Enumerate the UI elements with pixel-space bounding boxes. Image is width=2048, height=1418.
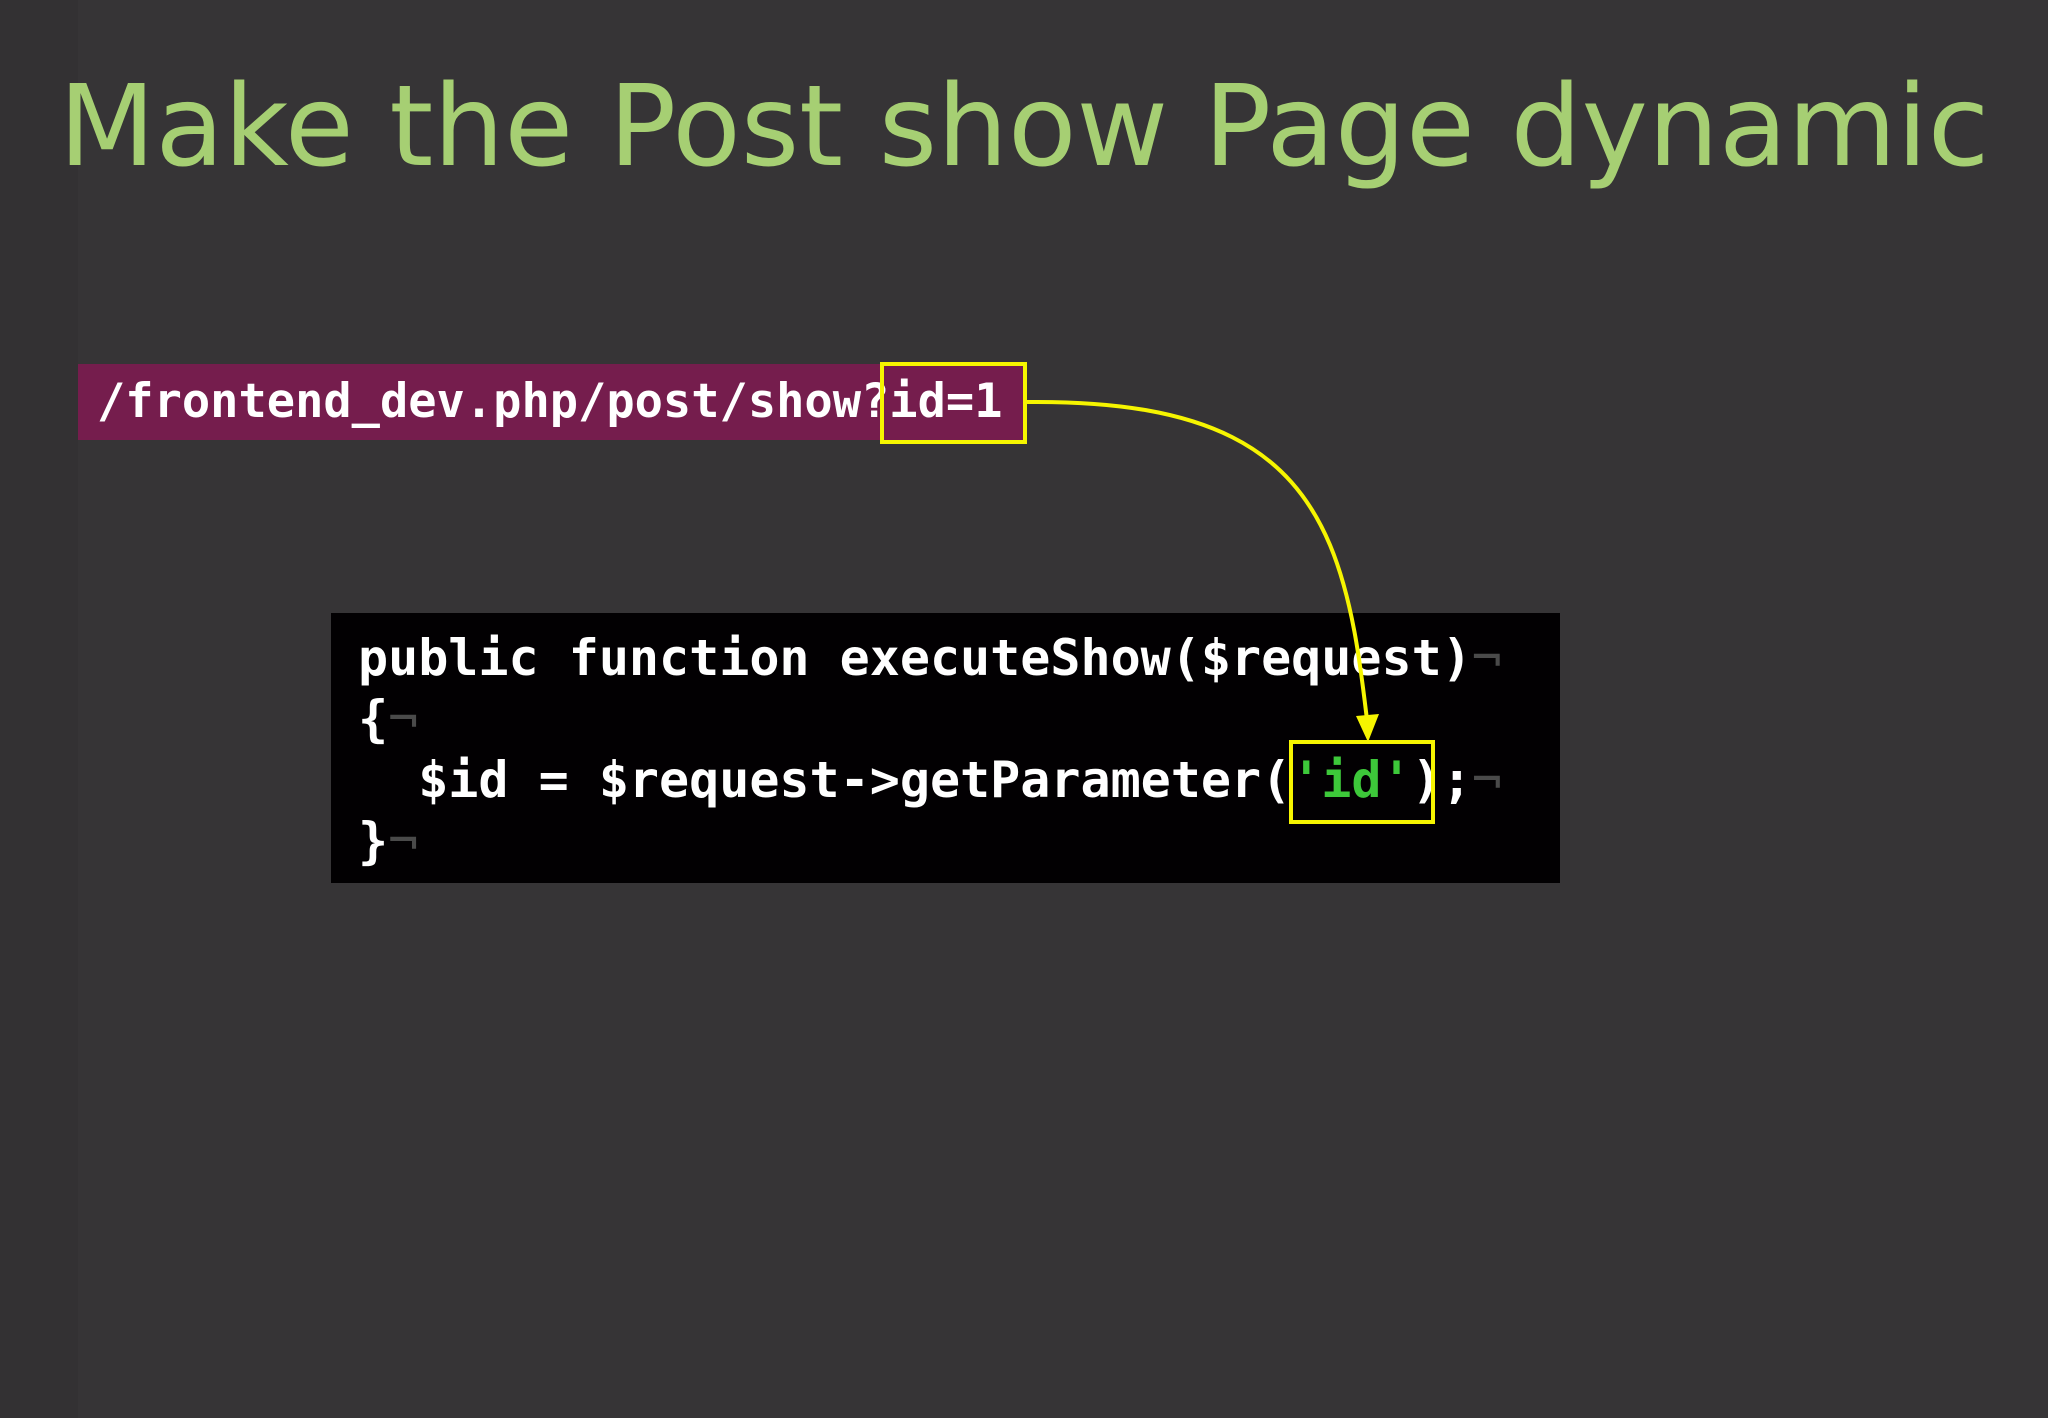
code-line-4: }: [358, 812, 389, 870]
line-end-marker: ¬: [388, 812, 419, 870]
code-param-highlight-box: [1289, 740, 1435, 824]
line-end-marker: ¬: [1471, 629, 1502, 687]
line-end-marker: ¬: [1471, 751, 1502, 809]
code-line-3-prefix: $id = $request->getParameter(: [358, 751, 1292, 809]
url-param-highlight-box: [880, 362, 1027, 444]
slide-edge-band: [0, 0, 78, 1418]
code-line-2: {: [358, 690, 389, 748]
code-line-1: public function executeShow($request): [358, 629, 1472, 687]
slide-title: Make the Post show Page dynamic: [58, 62, 1990, 192]
line-end-marker: ¬: [388, 690, 419, 748]
url-text: /frontend_dev.php/post/show?id=1: [97, 374, 1003, 429]
